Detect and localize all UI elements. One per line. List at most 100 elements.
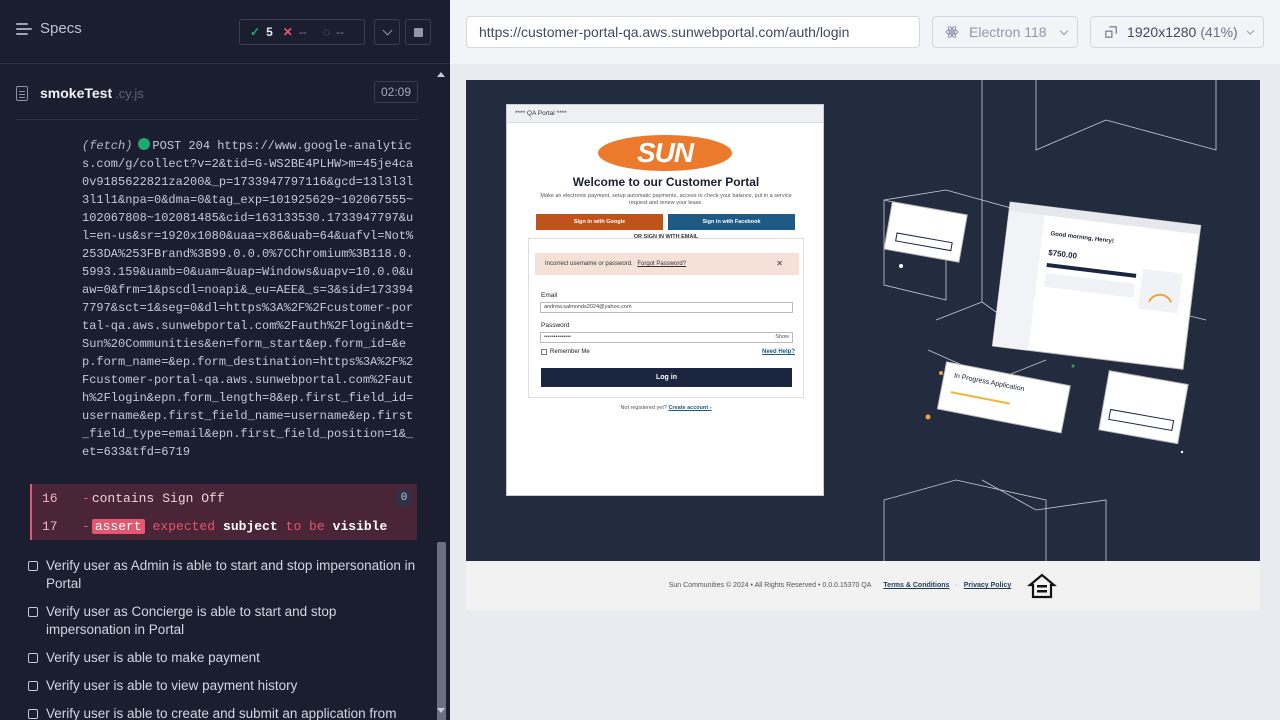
- viewport-selector[interactable]: 1920x1280 (41%): [1090, 16, 1264, 48]
- command-message: Sign Off: [162, 490, 225, 506]
- password-field[interactable]: •••••••••••••• Show: [540, 332, 793, 343]
- browser-name: Electron 118: [969, 24, 1047, 40]
- portal-footer: Sun Communities © 2024 • All Rights Rese…: [466, 561, 1260, 610]
- command-number: 17: [42, 518, 58, 534]
- specs-label: Specs: [40, 20, 82, 37]
- spec-file-name: smokeTest: [40, 85, 113, 101]
- aut-toolbar: https://customer-portal-qa.aws.sunwebpor…: [450, 0, 1280, 64]
- stop-button[interactable]: [405, 19, 431, 45]
- login-card: **** QA Portal **** SUN Welcome to our C…: [506, 104, 824, 496]
- page-title: Welcome to our Customer Portal: [572, 175, 760, 189]
- need-help-link[interactable]: Need Help?: [762, 349, 795, 355]
- assert-word-subject: subject: [223, 518, 278, 534]
- command-number: 16: [42, 490, 58, 506]
- assert-tag: assert: [91, 518, 145, 534]
- app-under-test-panel: https://customer-portal-qa.aws.sunwebpor…: [450, 0, 1280, 720]
- privacy-link[interactable]: Privacy Policy: [964, 582, 1011, 589]
- chevron-down-icon: [1059, 26, 1069, 35]
- portal-env-label: **** QA Portal ****: [507, 105, 823, 123]
- document-icon: [16, 85, 28, 101]
- footer-copyright: Sun Communities © 2024 • All Rights Rese…: [668, 582, 872, 589]
- scroll-thumb[interactable]: [437, 542, 446, 720]
- log-text: POST 204 https://www.google-analytics.co…: [82, 139, 414, 459]
- test-item[interactable]: Verify user is able to create and submit…: [28, 705, 420, 720]
- register-prompt: Not registered yet? Create account ›: [507, 405, 825, 411]
- test-title: Verify user is able to make payment: [46, 650, 260, 665]
- password-label: Password: [541, 322, 570, 329]
- fetch-log-entry[interactable]: (fetch) POST 204 https://www.google-analy…: [82, 137, 417, 461]
- log-type: (fetch): [82, 139, 133, 153]
- sun-logo: SUN: [598, 135, 732, 171]
- password-value: ••••••••••••••: [544, 334, 571, 340]
- viewport-zoom: (41%): [1200, 24, 1238, 40]
- status-dot-icon: [138, 138, 151, 150]
- email-label: Email: [541, 292, 558, 299]
- check-icon: ✓: [250, 25, 261, 39]
- test-status-icon: [28, 653, 38, 663]
- passed-count: 5: [266, 25, 273, 39]
- test-reporter-panel: Specs ✓ 5 ✕ -- ◌ -- smokeTest .cy.js 02:09 …: [0, 0, 450, 720]
- command-name: contains: [91, 490, 155, 506]
- close-icon[interactable]: ✕: [776, 253, 783, 275]
- email-field[interactable]: andrew.salmonds2024@yahoo.com: [540, 302, 793, 313]
- terms-link[interactable]: Terms & Conditions: [883, 582, 949, 589]
- show-password-button[interactable]: Show: [775, 333, 789, 342]
- scroll-down-icon[interactable]: [437, 708, 445, 713]
- error-alert: Incorrect username or password. Forgot P…: [535, 253, 799, 275]
- browser-selector[interactable]: Electron 118: [932, 16, 1078, 48]
- test-list: Verify user as Admin is able to start an…: [28, 557, 420, 720]
- specs-toggle-button[interactable]: Specs: [16, 20, 82, 37]
- google-signin-button[interactable]: Sign in with Google: [536, 214, 663, 230]
- test-item[interactable]: Verify user is able to view payment hist…: [28, 677, 420, 695]
- command-row-16[interactable]: 16 - contains Sign Off 0: [30, 484, 417, 512]
- test-title: Verify user is able to view payment hist…: [46, 678, 298, 693]
- spec-file-ext: .cy.js: [115, 85, 144, 101]
- test-status-icon: [28, 561, 38, 571]
- test-item[interactable]: Verify user as Concierge is able to star…: [28, 603, 420, 639]
- not-registered-text: Not registered yet?: [620, 405, 667, 411]
- pending-count: --: [335, 25, 344, 39]
- menu-icon: [16, 22, 32, 36]
- remember-me-checkbox[interactable]: Remember Me: [541, 349, 590, 355]
- url-field[interactable]: https://customer-portal-qa.aws.sunwebpor…: [466, 16, 920, 48]
- create-account-link[interactable]: Create account ›: [668, 405, 711, 411]
- element-count-badge: 0: [397, 490, 411, 506]
- login-button[interactable]: Log in: [541, 368, 792, 387]
- test-status-icon: [28, 607, 38, 617]
- remember-me-label: Remember Me: [550, 349, 590, 355]
- test-title: Verify user as Concierge is able to star…: [46, 604, 337, 637]
- electron-icon: [945, 26, 959, 38]
- forgot-password-link[interactable]: Forgot Password?: [637, 261, 686, 267]
- assert-word-expected: expected: [152, 518, 216, 534]
- aut-iframe: Good morning, Henry! $750.00 In Progress…: [466, 80, 1260, 610]
- stop-icon: [413, 27, 423, 37]
- command-row-17[interactable]: 17 - assert expected subject to be visib…: [30, 512, 417, 540]
- test-status-icon: [28, 681, 38, 691]
- x-icon: ✕: [282, 25, 293, 39]
- login-form: Incorrect username or password. Forgot P…: [528, 238, 804, 398]
- pending-icon: ◌: [322, 25, 330, 39]
- test-title: Verify user as Admin is able to start an…: [46, 558, 416, 591]
- test-title: Verify user is able to create and submit…: [46, 706, 397, 720]
- test-status-icon: [28, 709, 38, 719]
- reporter-scrollbar[interactable]: [433, 64, 450, 720]
- facebook-signin-button[interactable]: Sign in with Facebook: [668, 214, 795, 230]
- page-subtitle: Make an electronic payment, setup automa…: [540, 193, 792, 206]
- dashboard-illustration: Good morning, Henry! $750.00 In Progress…: [883, 80, 1217, 561]
- viewport-icon: [1105, 26, 1117, 38]
- scroll-up-icon[interactable]: [437, 72, 445, 77]
- chevron-down-icon: [382, 25, 392, 35]
- test-item[interactable]: Verify user as Admin is able to start an…: [28, 557, 420, 593]
- test-stats: ✓ 5 ✕ -- ◌ --: [239, 19, 365, 45]
- spec-file-header: smokeTest .cy.js 02:09: [16, 80, 418, 106]
- command-log: (fetch) POST 204 https://www.google-analy…: [30, 120, 417, 540]
- test-item[interactable]: Verify user is able to make payment: [28, 649, 420, 667]
- chevron-down-icon: [1246, 26, 1255, 35]
- spec-duration: 02:09: [373, 81, 418, 103]
- error-message: Incorrect username or password.: [545, 261, 633, 267]
- assert-word-visible: visible: [332, 518, 388, 534]
- run-options-button[interactable]: [374, 19, 400, 45]
- reporter-header: Specs ✓ 5 ✕ -- ◌ --: [0, 0, 450, 64]
- viewport-size: 1920x1280: [1127, 24, 1197, 40]
- equal-housing-icon: [1027, 573, 1058, 598]
